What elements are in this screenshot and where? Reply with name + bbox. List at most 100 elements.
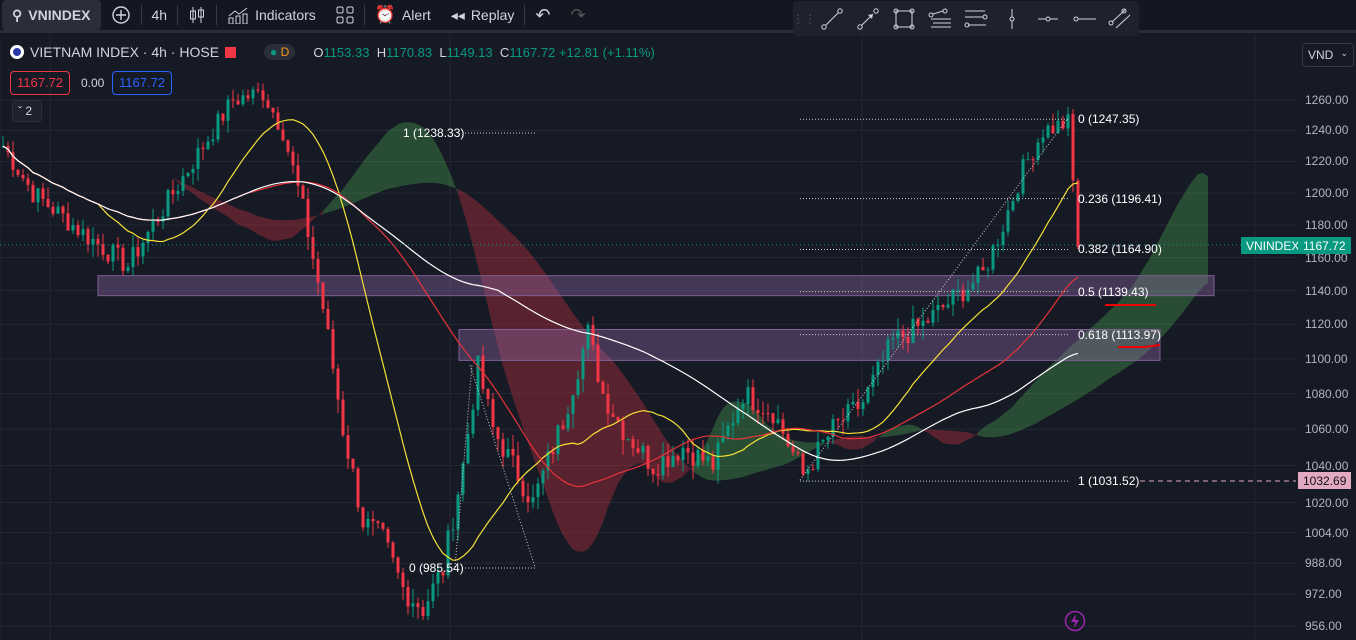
cloud-segment bbox=[1038, 372, 1043, 423]
candle-body bbox=[336, 368, 340, 400]
candle-body bbox=[666, 456, 670, 468]
candle-body bbox=[1046, 125, 1050, 138]
cloud-segment bbox=[203, 192, 208, 205]
y-axis-tick: 1040.00 bbox=[1305, 458, 1349, 473]
redo-button[interactable]: ↷ bbox=[561, 0, 596, 32]
cloud-segment bbox=[553, 284, 558, 525]
candle-body bbox=[626, 438, 630, 441]
cloud-segment bbox=[333, 193, 338, 211]
cloud-segment bbox=[808, 442, 813, 453]
cloud-segment bbox=[1203, 172, 1208, 287]
candle-body bbox=[16, 169, 20, 175]
y-axis-tick: 1200.00 bbox=[1305, 185, 1349, 200]
cloud-segment bbox=[1178, 195, 1183, 319]
parallel-channel-icon[interactable] bbox=[1107, 6, 1133, 32]
cloud-segment bbox=[1023, 389, 1028, 430]
candle-body bbox=[946, 304, 950, 308]
candle-body bbox=[286, 140, 290, 152]
grid-icon bbox=[336, 6, 354, 24]
candle-body bbox=[146, 231, 150, 244]
y-axis-tick: 1120.00 bbox=[1305, 317, 1348, 332]
cloud-segment bbox=[163, 172, 168, 175]
interval-button[interactable]: 4h bbox=[142, 0, 178, 32]
candle-body bbox=[596, 344, 600, 382]
cloud-segment bbox=[558, 291, 563, 536]
horizontal-line-icon[interactable] bbox=[1071, 6, 1097, 32]
candle-body bbox=[1076, 180, 1080, 247]
candle-body bbox=[256, 89, 260, 91]
candle-body bbox=[421, 607, 425, 617]
parallel-lines-icon[interactable] bbox=[963, 6, 989, 32]
candle-body bbox=[761, 413, 765, 415]
candle-body bbox=[846, 404, 850, 422]
candle-body bbox=[176, 190, 180, 195]
candle-body bbox=[941, 304, 945, 308]
indicators-button[interactable]: Indicators bbox=[217, 0, 326, 32]
candle-body bbox=[1026, 159, 1030, 161]
candle-body bbox=[506, 448, 510, 457]
rectangle-icon[interactable] bbox=[891, 6, 917, 32]
candle-body bbox=[136, 247, 140, 257]
alert-button[interactable]: ⏰ Alert bbox=[365, 0, 441, 32]
candle-body bbox=[726, 425, 730, 436]
candle-body bbox=[206, 141, 210, 150]
candle-body bbox=[711, 456, 715, 470]
candle-body bbox=[621, 420, 625, 441]
alert-label: Alert bbox=[401, 7, 431, 23]
cloud-segment bbox=[548, 276, 553, 513]
candle-body bbox=[51, 206, 55, 214]
candle-body bbox=[306, 198, 310, 238]
candle-body bbox=[86, 229, 90, 245]
cloud-segment bbox=[933, 429, 938, 440]
cloud-segment bbox=[353, 168, 358, 204]
replay-label: Replay bbox=[470, 7, 515, 23]
chart-type-button[interactable] bbox=[178, 0, 216, 32]
cloud-segment bbox=[343, 182, 348, 208]
cloud-segment bbox=[463, 191, 468, 228]
cloud-segment bbox=[143, 156, 148, 161]
candle-body bbox=[871, 374, 875, 388]
candle-body bbox=[781, 419, 785, 434]
buy-price-button[interactable]: 1167.72 bbox=[112, 71, 173, 95]
drawing-toolbar: ⋮⋮ bbox=[792, 1, 1139, 36]
cloud-segment bbox=[238, 208, 243, 227]
candle-body bbox=[911, 318, 915, 344]
y-axis-tick: 988.00 bbox=[1305, 556, 1342, 571]
trend-line-icon[interactable] bbox=[819, 6, 845, 32]
vertical-line-icon[interactable] bbox=[999, 6, 1025, 32]
compare-button[interactable] bbox=[101, 0, 141, 32]
candle-body bbox=[566, 414, 570, 429]
candle-body bbox=[651, 468, 655, 475]
currency-select[interactable]: VND ⌄ bbox=[1302, 43, 1354, 67]
candle-body bbox=[291, 151, 295, 166]
candle-body bbox=[181, 176, 185, 191]
cloud-segment bbox=[478, 202, 483, 286]
cloud-segment bbox=[1013, 400, 1018, 434]
symbol-search-button[interactable]: ⚲ VNINDEX bbox=[2, 0, 101, 30]
drag-handle-icon[interactable]: ⋮⋮ bbox=[792, 6, 816, 32]
cloud-segment bbox=[868, 437, 873, 445]
cloud-segment bbox=[428, 132, 433, 183]
support-zone bbox=[458, 328, 1161, 361]
fib-retracement-icon[interactable] bbox=[927, 6, 953, 32]
candles-icon bbox=[190, 7, 205, 23]
cloud-segment bbox=[468, 194, 473, 247]
fib-label: 0.5 (1139.43) bbox=[1078, 284, 1149, 299]
marker-price-tag: 1032.69 bbox=[1298, 472, 1351, 489]
candle-body bbox=[956, 289, 960, 291]
sell-price-button[interactable]: 1167.72 bbox=[10, 71, 71, 95]
replay-button[interactable]: ◂◂ Replay bbox=[441, 0, 525, 32]
candle-body bbox=[1041, 137, 1045, 143]
candle-body bbox=[741, 404, 745, 409]
fib-label: 0 (985.54) bbox=[409, 561, 464, 575]
horizontal-ray-icon[interactable] bbox=[1035, 6, 1061, 32]
delayed-badge: D bbox=[280, 45, 290, 59]
undo-button[interactable]: ↶ bbox=[525, 0, 560, 32]
collapse-indicators-button[interactable]: ˇ 2 bbox=[12, 100, 42, 122]
lightning-icon[interactable] bbox=[1064, 610, 1086, 632]
layouts-button[interactable] bbox=[326, 0, 364, 32]
cloud-segment bbox=[438, 146, 443, 185]
arrow-icon[interactable] bbox=[855, 6, 881, 32]
candle-body bbox=[496, 427, 500, 440]
search-icon: ⚲ bbox=[12, 6, 23, 23]
